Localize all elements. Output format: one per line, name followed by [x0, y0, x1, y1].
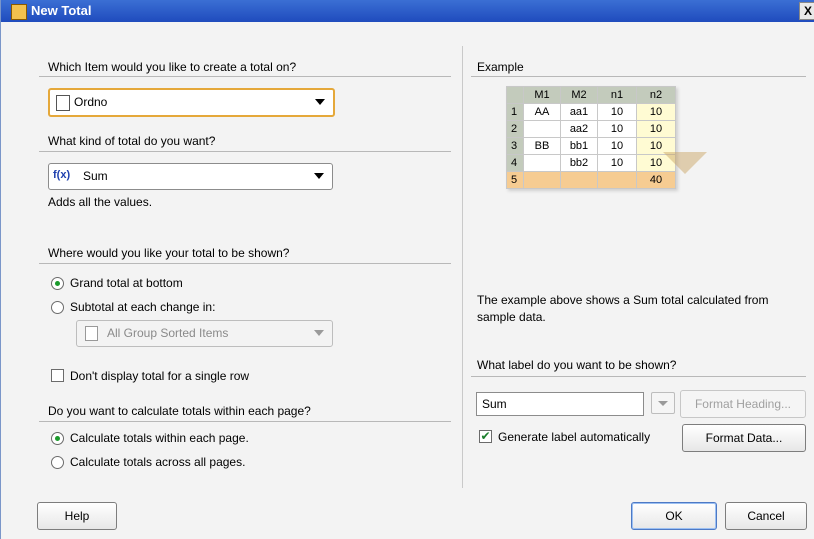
- single-row-checkbox[interactable]: [51, 369, 64, 382]
- label-dropdown-button: [651, 392, 675, 414]
- label-input[interactable]: Sum: [476, 392, 644, 416]
- table-row: 3 BB bb1 10 10: [506, 137, 676, 155]
- table-cell: 10: [636, 120, 676, 138]
- table-header-cell: M1: [523, 86, 561, 104]
- table-cell: 10: [597, 103, 637, 121]
- table-cell: BB: [523, 137, 561, 155]
- table-header-cell: M2: [560, 86, 598, 104]
- page-question: Do you want to calculate totals within e…: [48, 404, 311, 418]
- across-pages-radio[interactable]: [51, 456, 64, 469]
- separator: [471, 376, 806, 377]
- table-cell: 5: [506, 171, 524, 189]
- window-title: New Total: [31, 3, 92, 18]
- table-cell: 1: [506, 103, 524, 121]
- chevron-down-icon: [314, 173, 324, 179]
- table-cell: [523, 120, 561, 138]
- subtotal-combo-value: All Group Sorted Items: [107, 326, 229, 340]
- table-cell: [523, 171, 561, 189]
- document-icon: [56, 95, 70, 111]
- table-cell: 10: [636, 103, 676, 121]
- app-icon: [11, 4, 27, 20]
- generate-label-checkbox[interactable]: ✔: [479, 430, 492, 443]
- chevron-down-icon: [658, 401, 668, 406]
- chevron-down-icon: [315, 99, 325, 105]
- kind-description: Adds all the values.: [48, 195, 153, 209]
- table-cell: bb1: [560, 137, 598, 155]
- format-heading-button: Format Heading...: [680, 390, 806, 418]
- table-row: 2 aa2 10 10: [506, 120, 676, 138]
- within-page-radio[interactable]: [51, 432, 64, 445]
- subtotal-combo: All Group Sorted Items: [76, 320, 333, 347]
- close-button[interactable]: X: [799, 2, 814, 20]
- example-title: Example: [477, 60, 524, 74]
- kind-combo[interactable]: f(x) Sum: [48, 163, 333, 190]
- ok-button[interactable]: OK: [631, 502, 717, 530]
- table-cell: [597, 171, 637, 189]
- kind-question: What kind of total do you want?: [48, 134, 216, 148]
- table-cell: 10: [597, 154, 637, 172]
- table-header-cell: n2: [636, 86, 676, 104]
- separator: [39, 151, 451, 152]
- new-total-dialog: New Total X Which Item would you like to…: [0, 0, 814, 539]
- where-question: Where would you like your total to be sh…: [48, 246, 290, 260]
- label-input-value: Sum: [482, 397, 507, 411]
- across-pages-label[interactable]: Calculate totals across all pages.: [70, 455, 245, 469]
- table-header-row: M1 M2 n1 n2: [506, 86, 676, 104]
- separator: [39, 76, 451, 77]
- table-cell: 4: [506, 154, 524, 172]
- kind-combo-value: Sum: [83, 169, 108, 183]
- total-row: 5 40: [506, 171, 676, 189]
- chevron-down-icon: [314, 330, 324, 336]
- table-cell: 2: [506, 120, 524, 138]
- subtotal-radio[interactable]: [51, 301, 64, 314]
- cancel-button[interactable]: Cancel: [725, 502, 807, 530]
- single-row-label[interactable]: Don't display total for a single row: [70, 369, 249, 383]
- table-cell: 10: [597, 137, 637, 155]
- table-cell: 3: [506, 137, 524, 155]
- document-icon: [85, 326, 98, 341]
- table-cell: bb2: [560, 154, 598, 172]
- function-icon: f(x): [53, 169, 71, 181]
- table-header-cell: [506, 86, 524, 104]
- example-description: The example above shows a Sum total calc…: [477, 293, 769, 324]
- table-row: 1 AA aa1 10 10: [506, 103, 676, 121]
- grand-total-label[interactable]: Grand total at bottom: [70, 276, 183, 290]
- title-bar: New Total X: [1, 0, 814, 22]
- sum-arrow-icon: [663, 152, 707, 174]
- within-page-label[interactable]: Calculate totals within each page.: [70, 431, 249, 445]
- table-cell: 40: [636, 171, 676, 189]
- table-cell: aa1: [560, 103, 598, 121]
- subtotal-label[interactable]: Subtotal at each change in:: [70, 300, 215, 314]
- help-button[interactable]: Help: [37, 502, 117, 530]
- table-row: 4 bb2 10 10: [506, 154, 676, 172]
- item-combo-value: Ordno: [74, 95, 108, 109]
- item-combo[interactable]: Ordno: [48, 88, 335, 117]
- format-data-button[interactable]: Format Data...: [682, 424, 806, 452]
- table-header-cell: n1: [597, 86, 637, 104]
- table-cell: [560, 171, 598, 189]
- example-table: M1 M2 n1 n2 1 AA aa1 10 10 2 aa2 10 10 3…: [506, 86, 676, 189]
- pane-divider: [462, 46, 463, 488]
- table-cell: 10: [597, 120, 637, 138]
- table-cell: aa2: [560, 120, 598, 138]
- separator: [471, 76, 806, 77]
- item-question: Which Item would you like to create a to…: [48, 60, 297, 74]
- table-cell: AA: [523, 103, 561, 121]
- checkmark-icon: ✔: [480, 429, 491, 443]
- separator: [39, 263, 451, 264]
- separator: [39, 421, 451, 422]
- grand-total-radio[interactable]: [51, 277, 64, 290]
- generate-label-label[interactable]: Generate label automatically: [498, 430, 650, 444]
- label-question: What label do you want to be shown?: [477, 358, 677, 372]
- table-cell: [523, 154, 561, 172]
